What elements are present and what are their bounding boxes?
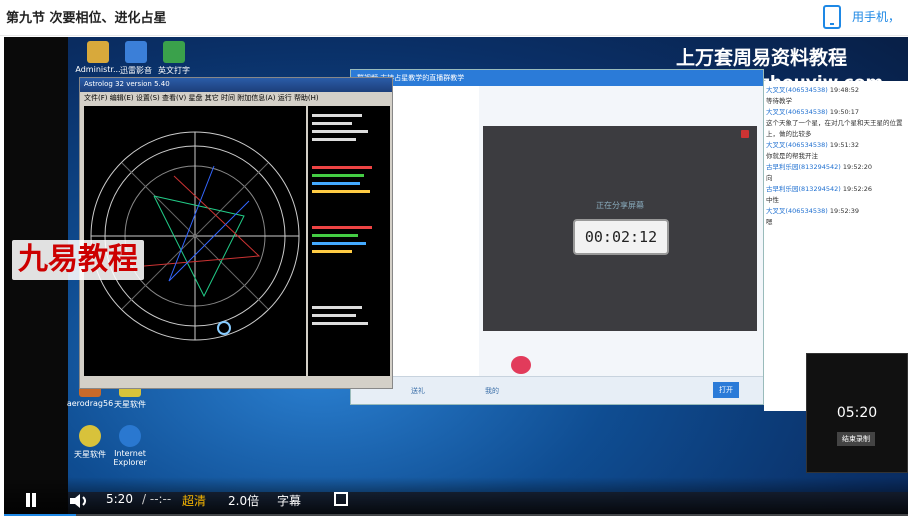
chart-info-graphic — [312, 114, 372, 325]
chat-sender: 大叉叉(406534538) — [766, 108, 828, 116]
open-button[interactable]: 打开 — [713, 382, 739, 398]
watermark-title: 上万套周易资料教程 — [676, 47, 848, 69]
chat-message: 大叉叉(406534538) 19:51:32 你就是的帮我开注 — [766, 140, 908, 162]
chat-time: 19:52:39 — [829, 207, 860, 215]
duration: / --:-- — [142, 492, 172, 506]
chat-text: 嗯 — [766, 218, 773, 226]
qq-window-tab[interactable]: 群视频 支持占星教学的直播群教学 — [351, 70, 763, 86]
chat-time: 19:48:52 — [829, 86, 860, 94]
volume-graphic — [70, 494, 86, 508]
chat-text: 中性 — [766, 196, 779, 204]
heart-icon[interactable] — [511, 356, 531, 374]
chat-message: 大叉叉(406534538) 19:52:39 嗯 — [766, 206, 908, 228]
desktop-icon: 英文打字 — [146, 41, 202, 76]
toolbar-label[interactable]: 我的 — [485, 386, 499, 396]
quality-button[interactable]: 超清 — [182, 492, 206, 509]
screen-share-view: 正在分享屏幕 00:02:12 — [483, 126, 757, 331]
page: 第九节 次要相位、进化占星 用手机， Administr... 迅雷影音 英文打… — [0, 0, 908, 516]
record-indicator-icon — [741, 130, 749, 138]
chat-sender: 大叉叉(406534538) — [766, 207, 828, 215]
astrolog-window: Astrolog 32 version 5.40 文件(F) 编辑(E) 设置(… — [79, 77, 393, 389]
chat-time: 19:52:20 — [842, 163, 873, 171]
app-icon — [125, 41, 147, 63]
menu-item[interactable]: 运行 — [278, 94, 292, 102]
qq-bottom-toolbar: 送礼 我的 打开 — [351, 376, 763, 404]
chat-message: 古早利乐园(813294542) 19:52:20 向 — [766, 162, 908, 184]
chat-time: 19:51:32 — [829, 141, 860, 149]
app-icon — [79, 425, 101, 447]
phone-icon[interactable] — [823, 5, 841, 29]
chat-text: 这个天象了一个星，在对几个星和天王星的位置上，做的比较多 — [766, 119, 903, 138]
desktop-icon-label: 天星软件 — [114, 400, 146, 409]
brand-watermark: 九易教程 — [12, 240, 144, 280]
menu-item[interactable]: 设置(S) — [136, 94, 160, 102]
menu-item[interactable]: 查看(V) — [162, 94, 186, 102]
share-timer: 00:02:12 — [573, 219, 669, 255]
chat-message: 大叉叉(406534538) 19:48:52 等待教学 — [766, 85, 908, 107]
volume-icon[interactable] — [70, 493, 88, 508]
toolbar-label[interactable]: 送礼 — [411, 386, 425, 396]
menu-item[interactable]: 帮助(H) — [294, 94, 319, 102]
chart-info-panel — [308, 106, 390, 376]
chat-message: 古早利乐园(813294542) 19:52:26 中性 — [766, 184, 908, 206]
chat-sender: 古早利乐园(813294542) — [766, 185, 841, 193]
chat-text: 向 — [766, 174, 773, 182]
menu-item[interactable]: 文件(F) — [84, 94, 108, 102]
folder-icon — [87, 41, 109, 63]
stop-recording-button[interactable]: 结束录制 — [837, 432, 875, 446]
fullscreen-icon[interactable] — [334, 492, 348, 506]
chat-sender: 大叉叉(406534538) — [766, 141, 828, 149]
qq-group-window: 群视频 支持占星教学的直播群教学 正在分享屏幕 00:02:12 送礼 我的 打… — [350, 69, 764, 405]
menu-item[interactable]: 编辑(E) — [110, 94, 134, 102]
screen-share-label: 正在分享屏幕 — [596, 201, 644, 210]
chat-time: 19:52:26 — [842, 185, 873, 193]
chat-text: 等待教学 — [766, 97, 792, 105]
menu-item[interactable]: 时间 — [221, 94, 235, 102]
astrolog-title-bar[interactable]: Astrolog 32 version 5.40 — [80, 78, 392, 92]
desktop-icon-label: 英文打字 — [158, 66, 190, 75]
mobile-link[interactable]: 用手机， — [852, 8, 900, 25]
subtitle-button[interactable]: 字幕 — [277, 492, 301, 509]
app-icon — [163, 41, 185, 63]
current-time: 5:20 — [106, 492, 133, 506]
menu-item[interactable]: 附加信息(A) — [237, 94, 275, 102]
astrolog-menu-bar: 文件(F) 编辑(E) 设置(S) 查看(V) 星盘 其它 时间 附加信息(A)… — [80, 92, 392, 104]
chat-text: 你就是的帮我开注 — [766, 152, 818, 160]
player-controls — [4, 477, 908, 516]
chat-sender: 大叉叉(406534538) — [766, 86, 828, 94]
pause-icon[interactable] — [24, 493, 38, 507]
desktop-icon: Internet Explorer — [102, 425, 158, 467]
recorder-time: 05:20 — [836, 405, 878, 421]
menu-item[interactable]: 其它 — [205, 94, 219, 102]
chat-time: 19:50:17 — [829, 108, 860, 116]
video-player[interactable]: Administr... 迅雷影音 英文打字 aerodrag56 天星软件 天… — [4, 37, 908, 516]
recorder-mini-window: 05:20 结束录制 — [806, 353, 908, 473]
menu-item[interactable]: 星盘 — [189, 94, 203, 102]
top-bar: 第九节 次要相位、进化占星 用手机， — [0, 0, 908, 36]
page-title: 第九节 次要相位、进化占星 — [6, 11, 167, 26]
chat-message: 大叉叉(406534538) 19:50:17 这个天象了一个星，在对几个星和天王… — [766, 107, 908, 140]
chat-sender: 古早利乐园(813294542) — [766, 163, 841, 171]
chat-log: 大叉叉(406534538) 19:48:52 等待教学 大叉叉(40653453… — [766, 85, 908, 228]
ie-icon — [119, 425, 141, 447]
desktop-icon-label: Internet Explorer — [113, 449, 147, 467]
speed-button[interactable]: 2.0倍 — [228, 492, 259, 509]
